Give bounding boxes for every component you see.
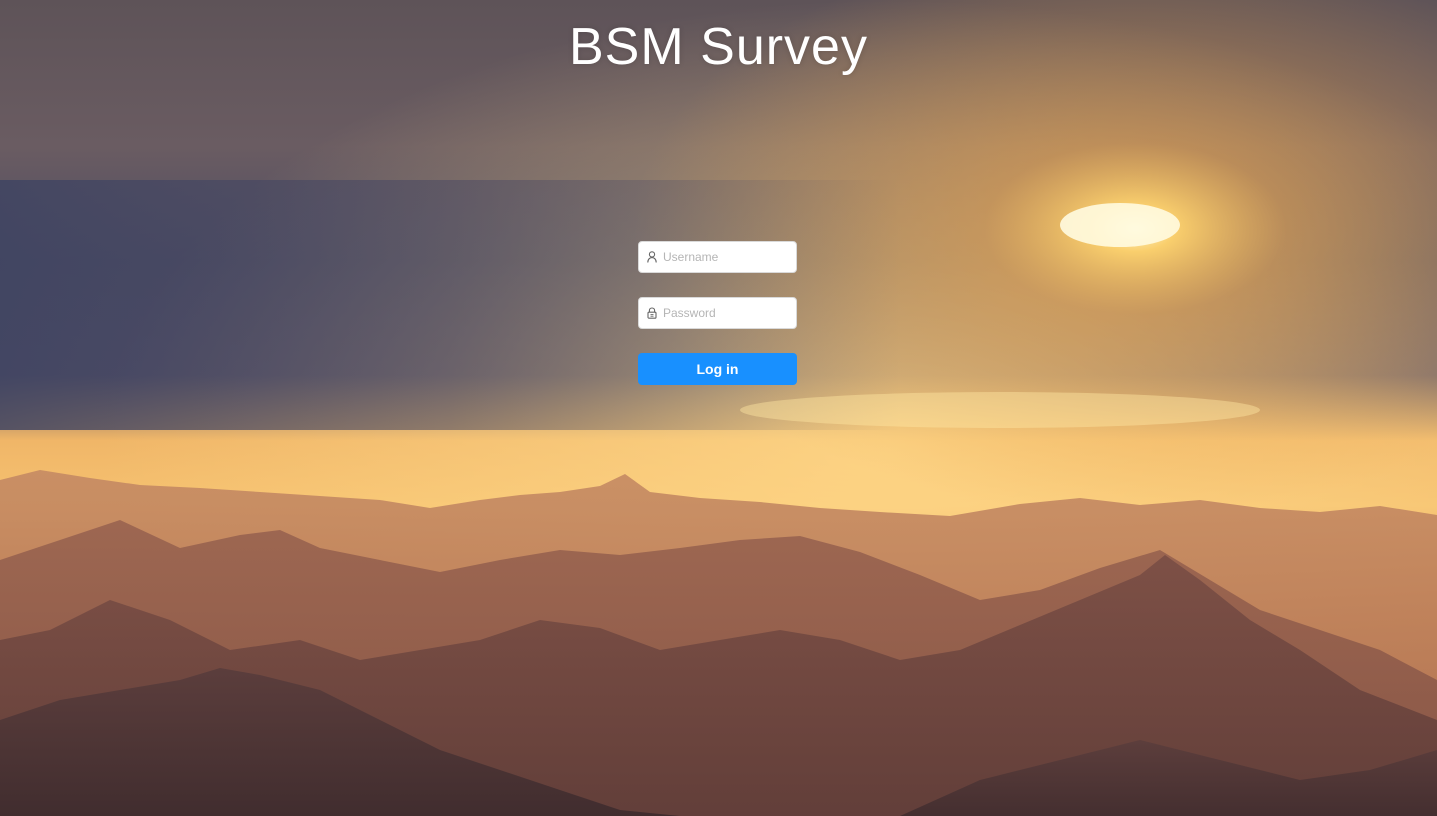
username-input[interactable]: [663, 243, 793, 271]
login-page: BSM Survey Log in: [0, 0, 1437, 816]
background-landscape-image: [0, 0, 1437, 816]
page-title: BSM Survey: [569, 18, 868, 76]
password-input[interactable]: [663, 299, 793, 327]
user-icon: [646, 250, 658, 264]
username-field[interactable]: [638, 241, 797, 273]
password-field[interactable]: [638, 297, 797, 329]
login-button[interactable]: Log in: [638, 353, 797, 385]
lock-icon: [646, 306, 658, 320]
login-form: Log in: [638, 241, 797, 385]
